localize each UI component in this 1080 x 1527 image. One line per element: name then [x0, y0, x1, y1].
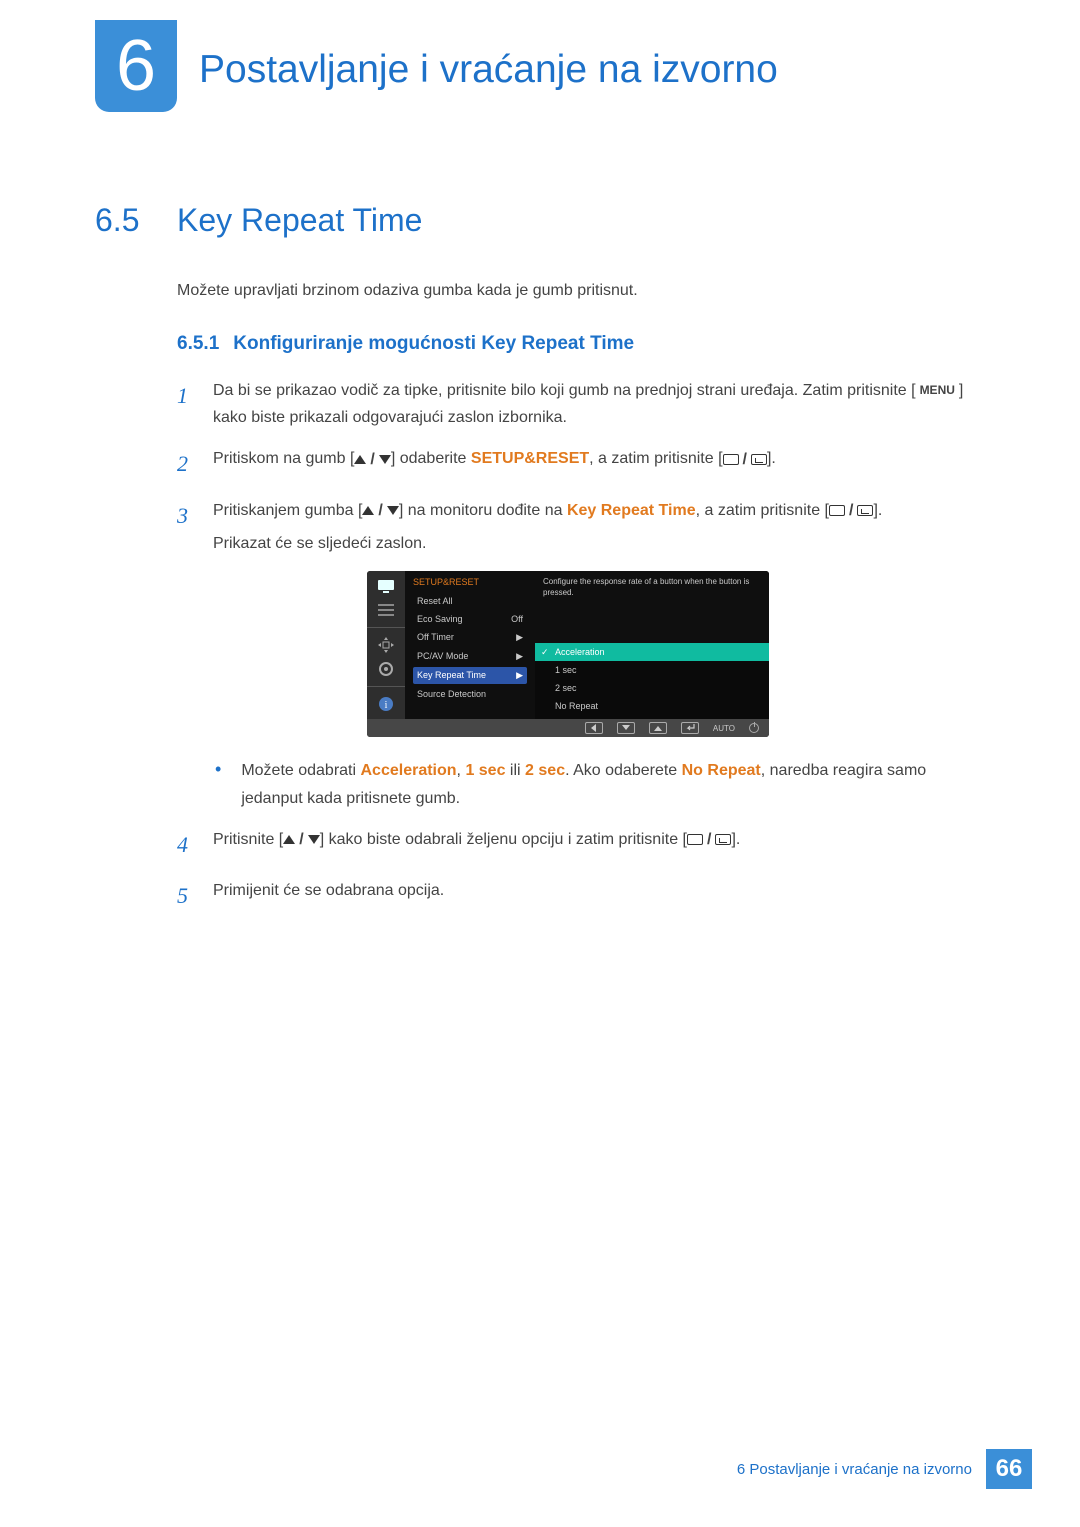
- up-down-icon: /: [354, 446, 390, 473]
- step-text: ] na monitoru dođite na: [399, 502, 567, 519]
- keyword: 2 sec: [525, 762, 565, 779]
- section-title: Key Repeat Time: [177, 202, 422, 239]
- note-text: . Ako odaberete: [565, 762, 682, 779]
- keyword: 1 sec: [465, 762, 505, 779]
- osd-option: 1 sec: [535, 661, 769, 679]
- info-icon: i: [374, 695, 398, 713]
- step-text: ].: [767, 450, 776, 467]
- step-text: ].: [873, 502, 882, 519]
- note-bullet: • Možete odabrati Acceleration, 1 sec il…: [215, 757, 985, 811]
- keyword: No Repeat: [682, 762, 761, 779]
- osd-menu: SETUP&RESET Reset All Eco SavingOff Off …: [405, 571, 535, 719]
- enter-icon: /: [829, 497, 873, 524]
- step-4: 4 Pritisnite [/] kako biste odabrali žel…: [177, 826, 985, 863]
- step-text: , a zatim pritisnite [: [589, 450, 722, 467]
- step-text: Pritiskanjem gumba [: [213, 502, 362, 519]
- step-text: Da bi se prikazao vodič za tipke, pritis…: [213, 382, 916, 399]
- osd-option: No Repeat: [535, 697, 769, 715]
- enter-icon: [681, 722, 699, 734]
- osd-sidebar: i: [367, 571, 405, 719]
- osd-option: 2 sec: [535, 679, 769, 697]
- step-number: 5: [177, 877, 195, 914]
- step-number: 1: [177, 377, 195, 431]
- step-2: 2 Pritiskom na gumb [/] odaberite SETUP&…: [177, 445, 985, 482]
- power-icon: [749, 723, 759, 733]
- osd-menu-item-selected: Key Repeat Time▶: [413, 667, 527, 684]
- bullet-icon: •: [215, 757, 221, 811]
- auto-label: AUTO: [713, 724, 735, 733]
- osd-bottom-bar: AUTO: [367, 719, 769, 737]
- section-intro: Možete upravljati brzinom odaziva gumba …: [177, 279, 985, 303]
- page-number-badge: 66: [986, 1449, 1032, 1489]
- enter-icon: /: [723, 446, 767, 473]
- osd-menu-item: Off Timer▶: [413, 629, 527, 646]
- subsection-number: 6.5.1: [177, 333, 219, 355]
- step-number: 2: [177, 445, 195, 482]
- osd-menu-item: PC/AV Mode▶: [413, 648, 527, 665]
- down-icon: [617, 722, 635, 734]
- step-text: ] kako biste odabrali željenu opciju i z…: [320, 831, 687, 848]
- footer-chapter-ref: 6 Postavljanje i vraćanje na izvorno: [737, 1461, 972, 1478]
- step-3: 3 Pritiskanjem gumba [/] na monitoru dođ…: [177, 497, 985, 558]
- chapter-number-badge: 6: [95, 20, 177, 112]
- chapter-title: Postavljanje i vraćanje na izvorno: [199, 20, 778, 92]
- step-after-text: Prikazat će se sljedeći zaslon.: [213, 530, 985, 557]
- page-footer: 6 Postavljanje i vraćanje na izvorno 66: [737, 1449, 1032, 1489]
- menu-keyword: MENU: [916, 380, 959, 400]
- step-number: 3: [177, 497, 195, 558]
- osd-menu-item: Reset All: [413, 593, 527, 609]
- section-number: 6.5: [95, 202, 155, 239]
- chapter-header: 6 Postavljanje i vraćanje na izvorno: [95, 20, 985, 112]
- up-down-icon: /: [283, 826, 319, 853]
- step-5: 5 Primijenit će se odabrana opcija.: [177, 877, 985, 914]
- svg-text:i: i: [385, 700, 388, 711]
- note-text: Možete odabrati: [241, 762, 360, 779]
- osd-option-selected: Acceleration: [535, 643, 769, 661]
- osd-dropdown: Acceleration 1 sec 2 sec No Repeat: [535, 643, 769, 719]
- step-text: ].: [731, 831, 740, 848]
- setup-reset-keyword: SETUP&RESET: [471, 450, 589, 467]
- bars-icon: [374, 601, 398, 619]
- step-text: ] odaberite: [391, 450, 471, 467]
- key-repeat-keyword: Key Repeat Time: [567, 502, 696, 519]
- section-heading: 6.5 Key Repeat Time: [95, 202, 985, 239]
- subsection-title: Konfiguriranje mogućnosti Key Repeat Tim…: [233, 333, 634, 355]
- note-text: ili: [505, 762, 525, 779]
- subsection-heading: 6.5.1 Konfiguriranje mogućnosti Key Repe…: [177, 333, 985, 355]
- step-text: Pritisnite [: [213, 831, 283, 848]
- osd-screenshot: i SETUP&RESET Reset All Eco SavingOff Of…: [367, 571, 769, 737]
- up-icon: [649, 722, 667, 734]
- osd-menu-item: Eco SavingOff: [413, 611, 527, 627]
- move-icon: [374, 636, 398, 654]
- osd-preview: Configure the response rate of a button …: [535, 571, 769, 643]
- gear-icon: [374, 660, 398, 678]
- keyword: Acceleration: [361, 762, 457, 779]
- step-text: Pritiskom na gumb [: [213, 450, 354, 467]
- osd-help-text: Configure the response rate of a button …: [541, 577, 763, 598]
- enter-icon: /: [687, 826, 731, 853]
- up-down-icon: /: [362, 497, 398, 524]
- osd-menu-item: Source Detection: [413, 686, 527, 702]
- left-icon: [585, 722, 603, 734]
- step-number: 4: [177, 826, 195, 863]
- step-text: Primijenit će se odabrana opcija.: [213, 877, 985, 914]
- step-1: 1 Da bi se prikazao vodič za tipke, prit…: [177, 377, 985, 431]
- osd-menu-title: SETUP&RESET: [413, 577, 527, 587]
- step-text: , a zatim pritisnite [: [696, 502, 829, 519]
- monitor-icon: [374, 577, 398, 595]
